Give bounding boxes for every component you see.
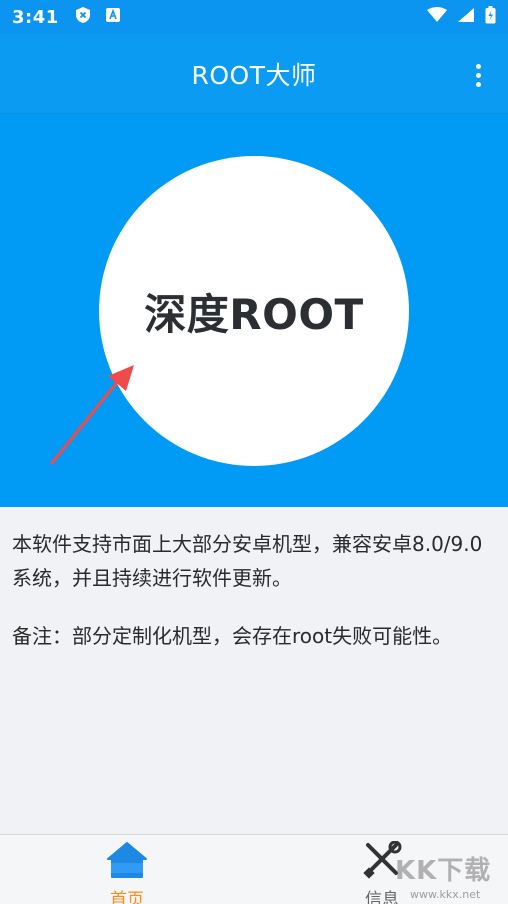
note-text: 备注：部分定制化机型，会存在root失败可能性。	[12, 624, 453, 648]
description-section: 本软件支持市面上大部分安卓机型，兼容安卓8.0/9.0系统，并且持续进行软件更新…	[0, 507, 508, 834]
more-vert-icon	[475, 63, 481, 69]
status-time: 3:41	[12, 6, 59, 28]
nav-label-info: 信息	[365, 890, 399, 904]
app-title: ROOT大师	[191, 60, 317, 90]
translate-icon	[105, 7, 121, 27]
home-icon	[106, 841, 148, 883]
app-bar: ROOT大师	[0, 34, 508, 114]
shield-icon	[75, 6, 91, 28]
deep-root-label: 深度ROOT	[144, 289, 364, 339]
description-text: 本软件支持市面上大部分安卓机型，兼容安卓8.0/9.0系统，并且持续进行软件更新…	[12, 532, 483, 590]
deep-root-button[interactable]: 深度ROOT	[99, 156, 409, 466]
signal-icon	[457, 7, 475, 27]
watermark-url: www.kkx.net	[410, 888, 481, 901]
hero-section: 深度ROOT	[0, 114, 508, 507]
wifi-icon	[427, 7, 447, 27]
nav-label-home: 首页	[110, 890, 144, 904]
pointer-arrow-icon	[50, 365, 134, 465]
battery-icon	[485, 6, 496, 28]
overflow-menu-button[interactable]	[468, 58, 488, 92]
status-bar: 3:41	[0, 0, 508, 34]
watermark-logo: KK下载	[395, 856, 492, 886]
nav-tab-home[interactable]: 首页	[67, 841, 187, 904]
